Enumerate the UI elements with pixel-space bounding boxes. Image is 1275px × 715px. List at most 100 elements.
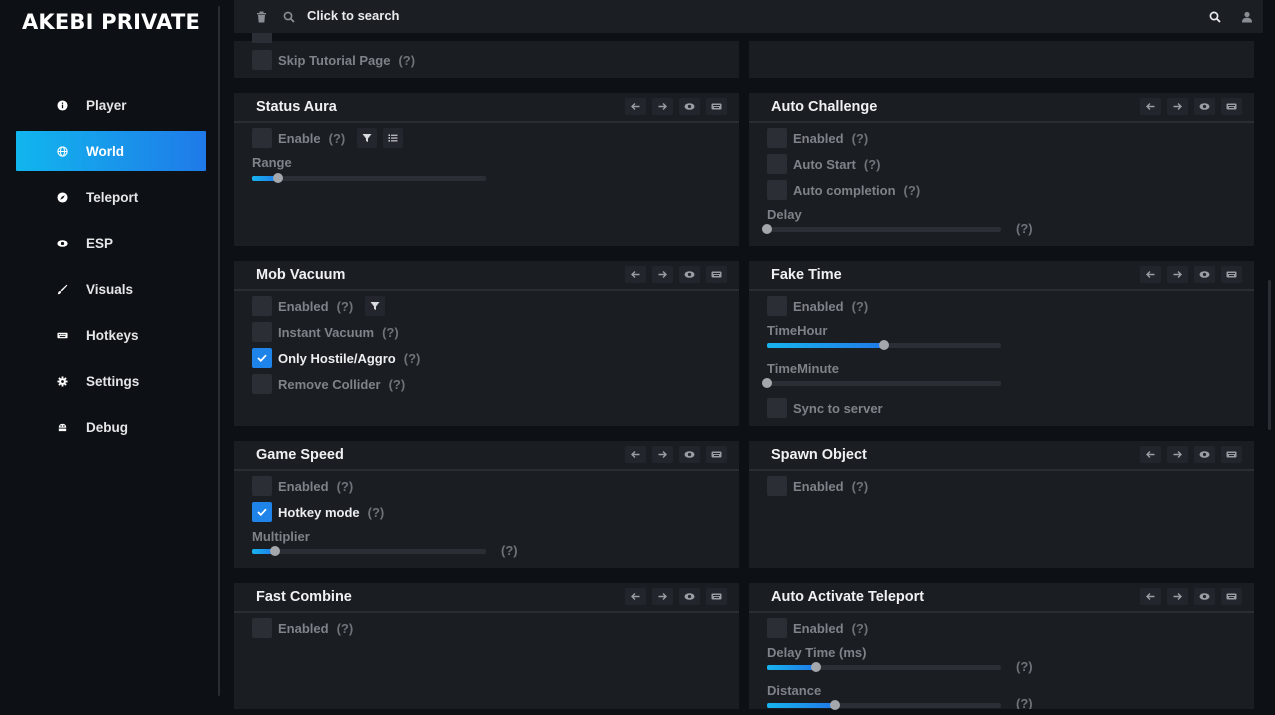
keyboard-icon[interactable]: [706, 446, 727, 463]
instant-vacuum-checkbox[interactable]: [252, 322, 272, 342]
enabled-checkbox[interactable]: [767, 128, 787, 148]
sidebar-item-hotkeys[interactable]: Hotkeys: [16, 315, 206, 355]
sync-server-checkbox[interactable]: [767, 398, 787, 418]
help-marker[interactable]: (?): [404, 351, 421, 366]
arrow-right-icon[interactable]: [652, 98, 673, 115]
scrollbar[interactable]: [1268, 280, 1271, 430]
distance-slider[interactable]: [767, 700, 1001, 710]
instant-vacuum-row[interactable]: Instant Vacuum (?): [252, 322, 399, 342]
enabled-checkbox[interactable]: [252, 296, 272, 316]
auto-completion-checkbox[interactable]: [767, 180, 787, 200]
time-hour-slider[interactable]: [767, 340, 1001, 350]
help-marker[interactable]: (?): [1016, 659, 1033, 674]
keyboard-icon[interactable]: [706, 266, 727, 283]
eye-icon[interactable]: [1194, 588, 1215, 605]
auto-start-row[interactable]: Auto Start (?): [767, 154, 880, 174]
slider-handle[interactable]: [762, 378, 772, 388]
hotkey-mode-row[interactable]: Hotkey mode (?): [252, 502, 384, 522]
eye-icon[interactable]: [679, 446, 700, 463]
arrow-right-icon[interactable]: [1167, 446, 1188, 463]
help-marker[interactable]: (?): [382, 325, 399, 340]
help-marker[interactable]: (?): [864, 157, 881, 172]
hotkey-mode-checkbox[interactable]: [252, 502, 272, 522]
enabled-checkbox[interactable]: [767, 296, 787, 316]
keyboard-icon[interactable]: [1221, 98, 1242, 115]
enabled-row[interactable]: Enabled (?): [767, 476, 868, 496]
enabled-checkbox[interactable]: [767, 618, 787, 638]
keyboard-icon[interactable]: [1221, 446, 1242, 463]
status-aura-enable-row[interactable]: Enable (?): [252, 128, 404, 148]
slider-handle[interactable]: [270, 546, 281, 556]
arrow-right-icon[interactable]: [652, 588, 673, 605]
help-marker[interactable]: (?): [1016, 221, 1033, 236]
help-marker[interactable]: (?): [501, 543, 518, 558]
help-marker[interactable]: (?): [852, 479, 869, 494]
help-marker[interactable]: (?): [852, 299, 869, 314]
eye-icon[interactable]: [1194, 446, 1215, 463]
auto-start-checkbox[interactable]: [767, 154, 787, 174]
arrow-left-icon[interactable]: [1140, 446, 1161, 463]
arrow-right-icon[interactable]: [652, 446, 673, 463]
sidebar-item-teleport[interactable]: Teleport: [16, 177, 206, 217]
arrow-left-icon[interactable]: [625, 98, 646, 115]
delay-slider[interactable]: [762, 224, 1001, 234]
enabled-row[interactable]: Enabled (?): [767, 618, 868, 638]
help-marker[interactable]: (?): [337, 621, 354, 636]
help-marker[interactable]: (?): [329, 131, 346, 146]
help-marker[interactable]: (?): [1016, 696, 1033, 709]
auto-completion-row[interactable]: Auto completion (?): [767, 180, 920, 200]
time-minute-slider[interactable]: [762, 378, 1001, 388]
enabled-row[interactable]: Enabled (?): [252, 618, 353, 638]
trash-icon[interactable]: [256, 10, 267, 28]
arrow-right-icon[interactable]: [1167, 266, 1188, 283]
arrow-left-icon[interactable]: [1140, 98, 1161, 115]
eye-icon[interactable]: [1194, 98, 1215, 115]
remove-collider-checkbox[interactable]: [252, 374, 272, 394]
sidebar-item-esp[interactable]: ESP: [16, 223, 206, 263]
arrow-left-icon[interactable]: [625, 446, 646, 463]
only-hostile-row[interactable]: Only Hostile/Aggro (?): [252, 348, 420, 368]
delay-time-slider[interactable]: [767, 662, 1001, 672]
eye-icon[interactable]: [679, 588, 700, 605]
arrow-left-icon[interactable]: [625, 588, 646, 605]
slider-handle[interactable]: [811, 662, 822, 672]
arrow-left-icon[interactable]: [625, 266, 646, 283]
slider-handle[interactable]: [762, 224, 772, 234]
enabled-row[interactable]: Enabled (?): [767, 128, 868, 148]
help-marker[interactable]: (?): [337, 299, 354, 314]
sidebar-item-visuals[interactable]: Visuals: [16, 269, 206, 309]
enabled-row[interactable]: Enabled (?): [252, 296, 386, 316]
keyboard-icon[interactable]: [706, 588, 727, 605]
enabled-row[interactable]: Enabled (?): [767, 296, 868, 316]
eye-icon[interactable]: [679, 98, 700, 115]
help-marker[interactable]: (?): [389, 377, 406, 392]
checkbox[interactable]: [252, 33, 272, 43]
enabled-row[interactable]: Enabled (?): [252, 476, 353, 496]
eye-icon[interactable]: [1194, 266, 1215, 283]
enabled-checkbox[interactable]: [252, 476, 272, 496]
arrow-left-icon[interactable]: [1140, 588, 1161, 605]
eye-icon[interactable]: [679, 266, 700, 283]
enable-checkbox[interactable]: [252, 128, 272, 148]
enabled-checkbox[interactable]: [767, 476, 787, 496]
filter-icon[interactable]: [357, 128, 378, 148]
keyboard-icon[interactable]: [1221, 588, 1242, 605]
arrow-right-icon[interactable]: [652, 266, 673, 283]
help-marker[interactable]: (?): [852, 621, 869, 636]
help-marker[interactable]: (?): [398, 53, 415, 68]
range-slider[interactable]: [252, 173, 486, 183]
search-submit-icon[interactable]: [1209, 10, 1221, 28]
slider-handle[interactable]: [272, 173, 283, 183]
help-marker[interactable]: (?): [368, 505, 385, 520]
skip-tutorial-checkbox[interactable]: [252, 50, 272, 70]
help-marker[interactable]: (?): [852, 131, 869, 146]
list-icon[interactable]: [383, 128, 404, 148]
arrow-left-icon[interactable]: [1140, 266, 1161, 283]
only-hostile-checkbox[interactable]: [252, 348, 272, 368]
sidebar-item-debug[interactable]: Debug: [16, 407, 206, 447]
search-input[interactable]: Click to search: [307, 8, 400, 23]
help-marker[interactable]: (?): [337, 479, 354, 494]
skip-tutorial-row[interactable]: Skip Tutorial Page (?): [252, 50, 415, 70]
help-marker[interactable]: (?): [904, 183, 921, 198]
sync-server-row[interactable]: Sync to server: [767, 398, 883, 418]
